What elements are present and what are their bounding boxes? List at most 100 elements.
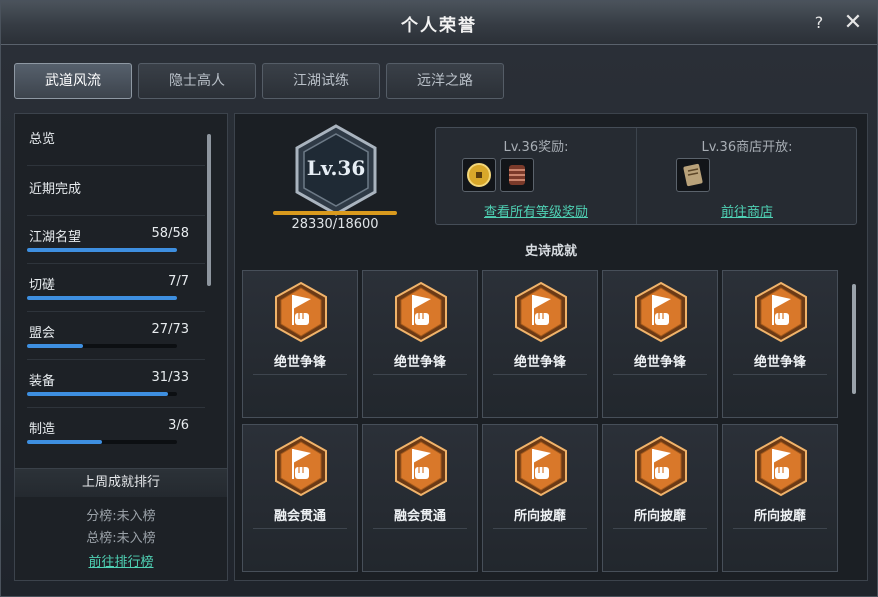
personal-honor-window: 个人荣誉 ? ✕ 武道风流 隐士高人 江湖试练 远洋之路 总览 近期完成 江湖名…	[0, 0, 878, 597]
progress-fill	[27, 392, 168, 396]
weekly-ranking-box: 上周成就排行 分榜:未入榜 总榜:未入榜 前往排行榜	[15, 468, 227, 580]
tab-wudao-fengliu[interactable]: 武道风流	[14, 63, 132, 99]
achievement-content: Lv.36 28330/18600 Lv.36奖励: 查看所有等级奖励 Lv.3…	[234, 113, 868, 581]
nav-item-count: 7/7	[168, 274, 189, 289]
achievement-card[interactable]: 绝世争锋	[362, 270, 478, 418]
gold-coin-icon[interactable]	[462, 158, 496, 192]
progress-fill	[27, 296, 177, 300]
achievement-card[interactable]: 绝世争锋	[602, 270, 718, 418]
banner-fist-icon	[273, 435, 329, 497]
achievement-category-list: 总览 近期完成 江湖名望 58/58 切磋 7/7 盟会 27/73 装备 31…	[14, 113, 228, 581]
card-divider	[493, 528, 587, 529]
scroll-book-icon[interactable]	[676, 158, 710, 192]
epic-achievements-title: 史诗成就	[524, 244, 577, 259]
nav-item-overview[interactable]: 总览	[27, 118, 205, 166]
achievement-card[interactable]: 融会贯通	[242, 424, 358, 572]
banner-fist-icon	[633, 435, 689, 497]
card-divider	[253, 374, 347, 375]
level-label: Lv.36	[306, 156, 366, 180]
achievement-card-label: 绝世争锋	[513, 355, 566, 370]
achievement-card-label: 所向披靡	[633, 509, 686, 524]
nav-item-count: 3/6	[168, 418, 189, 433]
nav-item-reputation[interactable]: 江湖名望 58/58	[27, 216, 205, 264]
xp-text: 28330/18600	[291, 217, 379, 232]
nav-item-label: 总览	[29, 132, 56, 147]
category-scrollbar[interactable]	[207, 134, 211, 286]
achievement-card[interactable]: 绝世争锋	[482, 270, 598, 418]
banner-fist-icon	[753, 435, 809, 497]
nav-item-label: 装备	[29, 374, 56, 389]
total-rank-text: 总榜:未入榜	[86, 531, 156, 546]
achievement-card-label: 绝世争锋	[273, 355, 326, 370]
nav-item-count: 58/58	[151, 226, 189, 241]
ranking-header: 上周成就排行	[15, 469, 227, 497]
nav-item-count: 27/73	[151, 322, 189, 337]
progress-bar	[27, 344, 177, 348]
tab-yinshi-gaoren[interactable]: 隐士高人	[138, 63, 256, 99]
card-divider	[373, 374, 467, 375]
card-divider	[373, 528, 467, 529]
card-divider	[733, 528, 827, 529]
level-reward-title: Lv.36奖励:	[503, 140, 569, 155]
nav-item-recent[interactable]: 近期完成	[27, 168, 205, 216]
armor-bracer-icon[interactable]	[500, 158, 534, 192]
nav-item-label: 近期完成	[29, 182, 82, 197]
nav-item-crafting[interactable]: 制造 3/6	[27, 408, 205, 456]
banner-fist-icon	[513, 435, 569, 497]
close-button[interactable]: ✕	[841, 11, 865, 35]
go-to-ranking-link[interactable]: 前往排行榜	[15, 551, 227, 570]
achievement-card[interactable]: 所向披靡	[602, 424, 718, 572]
progress-bar	[27, 392, 177, 396]
reward-box: Lv.36奖励: 查看所有等级奖励 Lv.36商店开放: 前往商店	[435, 127, 857, 225]
nav-item-guild[interactable]: 盟会 27/73	[27, 312, 205, 360]
card-divider	[493, 374, 587, 375]
card-divider	[613, 528, 707, 529]
achievement-card[interactable]: 绝世争锋	[722, 270, 838, 418]
card-divider	[733, 374, 827, 375]
shop-unlock-title: Lv.36商店开放:	[701, 140, 793, 155]
achievement-card-label: 绝世争锋	[393, 355, 446, 370]
card-divider	[613, 374, 707, 375]
progress-fill	[27, 248, 177, 252]
branch-rank-text: 分榜:未入榜	[86, 509, 156, 524]
banner-fist-icon	[633, 281, 689, 343]
nav-item-sparring[interactable]: 切磋 7/7	[27, 264, 205, 312]
nav-item-label: 盟会	[29, 326, 56, 341]
nav-item-label: 制造	[29, 422, 56, 437]
progress-fill	[27, 440, 102, 444]
xp-bar	[273, 211, 397, 215]
banner-fist-icon	[393, 435, 449, 497]
progress-bar	[27, 440, 177, 444]
progress-fill	[27, 344, 83, 348]
nav-item-label: 切磋	[29, 278, 56, 293]
achievement-card[interactable]: 所向披靡	[722, 424, 838, 572]
progress-bar	[27, 296, 177, 300]
view-level-rewards-link[interactable]: 查看所有等级奖励	[436, 201, 636, 220]
nav-item-count: 31/33	[151, 370, 189, 385]
level-badge: Lv.36	[293, 124, 379, 216]
achievement-card-label: 融会贯通	[393, 509, 446, 524]
achievement-card[interactable]: 绝世争锋	[242, 270, 358, 418]
banner-fist-icon	[273, 281, 329, 343]
banner-fist-icon	[393, 281, 449, 343]
progress-bar	[27, 248, 177, 252]
tab-yuanyang-zhilu[interactable]: 远洋之路	[386, 63, 504, 99]
achievement-scrollbar[interactable]	[852, 284, 856, 394]
banner-fist-icon	[753, 281, 809, 343]
achievement-card[interactable]: 融会贯通	[362, 424, 478, 572]
achievement-card-label: 所向披靡	[513, 509, 566, 524]
tab-jianghu-shilian[interactable]: 江湖试练	[262, 63, 380, 99]
banner-fist-icon	[513, 281, 569, 343]
achievement-card-label: 绝世争锋	[753, 355, 806, 370]
help-button[interactable]: ?	[807, 11, 831, 35]
achievement-card[interactable]: 所向披靡	[482, 424, 598, 572]
title-bar[interactable]: 个人荣誉 ? ✕	[1, 1, 877, 45]
window-title: 个人荣誉	[401, 16, 477, 36]
achievement-card-label: 融会贯通	[273, 509, 326, 524]
achievement-card-label: 绝世争锋	[633, 355, 686, 370]
card-divider	[253, 528, 347, 529]
go-to-shop-link[interactable]: 前往商店	[637, 201, 857, 220]
achievement-card-label: 所向披靡	[753, 509, 806, 524]
nav-item-equipment[interactable]: 装备 31/33	[27, 360, 205, 408]
nav-item-label: 江湖名望	[29, 230, 82, 245]
